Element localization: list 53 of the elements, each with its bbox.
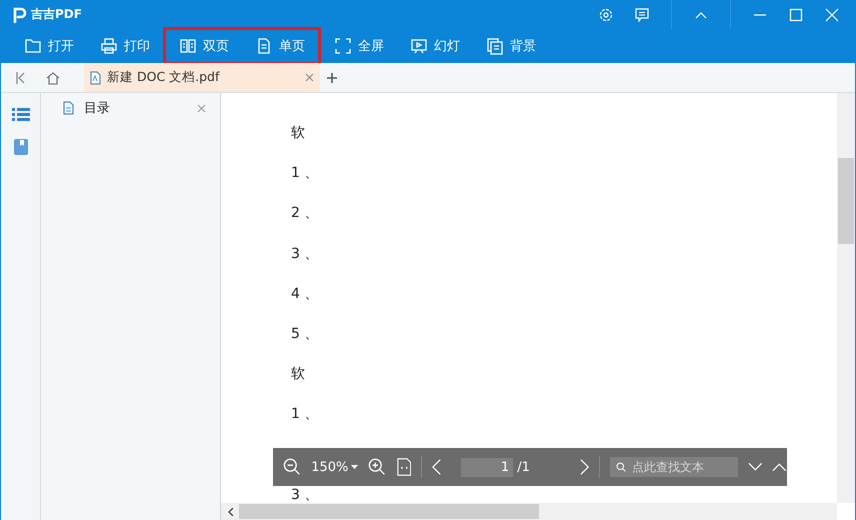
document-tab[interactable]: 新建 DOC 文档.pdf <box>84 63 320 92</box>
home-icon[interactable] <box>46 70 60 84</box>
list-icon[interactable] <box>12 107 30 121</box>
previous-page-icon[interactable] <box>432 458 442 476</box>
document-line: 3 、 <box>291 246 318 262</box>
close-icon[interactable] <box>305 73 314 82</box>
zoom-in-icon[interactable] <box>368 457 387 477</box>
toolbar-button[interactable]: 打印 <box>87 27 163 65</box>
scroll-left-icon[interactable] <box>227 508 235 516</box>
document-icon <box>63 101 74 115</box>
toolbar-button[interactable]: 打开 <box>11 27 87 65</box>
close-icon[interactable] <box>197 104 206 112</box>
document-line: 2 、 <box>291 205 318 222</box>
maximize-icon[interactable] <box>789 8 803 22</box>
app-title: 吉吉PDF <box>31 6 82 23</box>
printer-icon <box>100 37 118 55</box>
zoom-out-icon[interactable] <box>283 457 302 477</box>
zoom-dropdown[interactable]: 150% <box>311 460 358 474</box>
bookmark-icon[interactable] <box>14 139 28 155</box>
document-line: 3 、 <box>291 486 318 503</box>
folder-icon <box>24 37 42 55</box>
document-line: 1 、 <box>291 406 318 422</box>
fit-width-icon[interactable] <box>396 457 412 477</box>
document-line: 软 <box>291 366 305 382</box>
document-line: 5 、 <box>291 326 318 342</box>
document-line: 软 <box>291 125 305 141</box>
tab-label: 新建 DOC 文档.pdf <box>107 69 221 86</box>
document-line: 4 、 <box>291 286 318 302</box>
settings-icon[interactable] <box>599 8 613 22</box>
presentation-icon <box>410 37 428 55</box>
previous-result-icon[interactable] <box>772 462 788 472</box>
message-icon[interactable] <box>635 8 649 22</box>
toolbar-button[interactable]: 幻灯 <box>397 27 473 65</box>
search-field[interactable]: 点此查找文本 <box>610 457 738 477</box>
layers-icon <box>486 37 504 55</box>
back-icon[interactable] <box>14 70 26 84</box>
two-pages-icon <box>179 37 197 55</box>
toolbar-button[interactable]: 全屏 <box>321 27 397 65</box>
vertical-scrollbar[interactable] <box>837 93 855 503</box>
fullscreen-icon <box>334 37 352 55</box>
panel-title: 目录 <box>84 100 111 117</box>
logo-icon <box>13 6 27 22</box>
document-line: 1 、 <box>291 165 318 182</box>
next-result-icon[interactable] <box>748 462 762 472</box>
page-input[interactable]: 1 <box>461 458 514 476</box>
add-tab-icon[interactable] <box>326 72 338 84</box>
search-icon <box>616 460 626 474</box>
pdf-file-icon <box>90 70 101 84</box>
horizontal-scrollbar-thumb[interactable] <box>239 504 539 519</box>
next-page-icon[interactable] <box>580 458 589 476</box>
caret-icon <box>351 465 358 469</box>
page-total: /1 <box>517 460 530 474</box>
toolbar-button[interactable]: 背景 <box>473 27 549 65</box>
